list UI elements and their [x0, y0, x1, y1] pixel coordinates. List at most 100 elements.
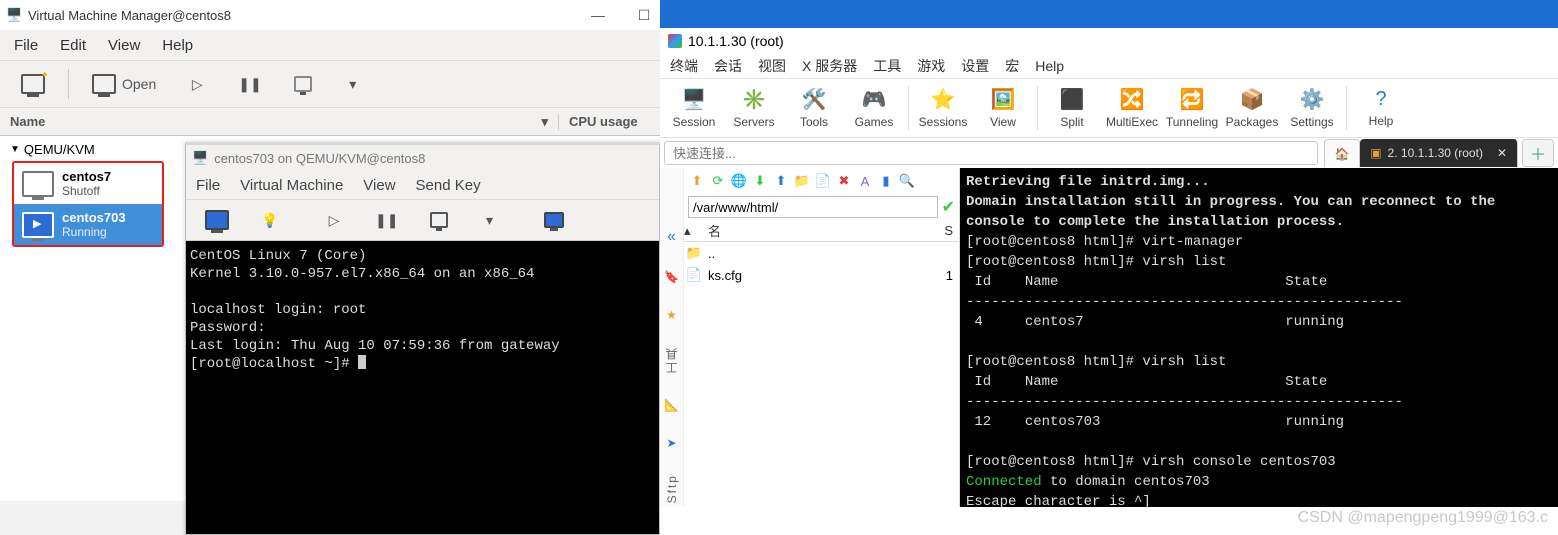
host-label: QEMU/KVM — [24, 142, 95, 157]
home-icon: 🏠 — [1335, 147, 1350, 161]
up-icon[interactable]: ⬆ — [688, 173, 706, 189]
globe-icon[interactable]: 🌐 — [730, 173, 748, 189]
moba-titlebar: 10.1.1.30 (root) — [660, 28, 1558, 54]
tool-tools[interactable]: 🛠️Tools — [784, 80, 844, 136]
play-button[interactable]: ▷ — [316, 202, 352, 238]
vmm-app-icon: 🖥️ — [6, 7, 22, 23]
desktop-taskbar-strip — [660, 0, 1558, 28]
rename-icon[interactable]: A — [856, 174, 874, 189]
sort-arrow-icon: ▾ — [541, 114, 548, 130]
menu-send-key[interactable]: Send Key — [416, 177, 481, 194]
vmcon-menubar: File Virtual Machine View Send Key — [186, 171, 659, 199]
vm-console-terminal[interactable]: CentOS Linux 7 (Core) Kernel 3.10.0-957.… — [186, 241, 659, 534]
menu-view[interactable]: View — [108, 37, 140, 54]
open-button[interactable]: Open — [83, 66, 165, 102]
permissions-icon[interactable]: ▮ — [877, 173, 895, 189]
menu-help[interactable]: Help — [162, 37, 193, 54]
tool-sessions[interactable]: ⭐Sessions — [913, 80, 973, 136]
expand-arrow-icon[interactable]: ▼ — [10, 144, 20, 155]
new-vm-button[interactable] — [12, 66, 54, 102]
menu-view[interactable]: View — [363, 177, 395, 194]
send-icon[interactable]: ➤ — [666, 436, 676, 450]
tunneling-icon: 🔁 — [1180, 87, 1205, 112]
macro-icon[interactable]: 📐 — [664, 398, 679, 412]
star-icon[interactable]: ★ — [666, 308, 677, 322]
tab-close-icon[interactable]: ✕ — [1497, 146, 1507, 160]
tool-session[interactable]: 🖥️Session — [664, 80, 724, 136]
tab-strip: 🏠 ▣ 2. 10.1.1.30 (root) ✕ ＋ — [1324, 139, 1554, 167]
sftp-row-kscfg[interactable]: 📄 ks.cfg 1 — [684, 264, 959, 286]
collapse-icon[interactable]: « — [667, 228, 676, 246]
menu-file[interactable]: File — [14, 37, 38, 54]
sftp-col-size[interactable]: S — [935, 223, 959, 238]
sidebar-tools-label[interactable]: 工具 — [663, 346, 680, 374]
menu-view[interactable]: 视图 — [758, 56, 786, 76]
newfile-icon[interactable]: 📄 — [814, 173, 832, 189]
sort-toggle-icon[interactable]: ▴ — [684, 223, 704, 239]
newfolder-icon[interactable]: 📁 — [793, 173, 811, 189]
tab-session-1[interactable]: ▣ 2. 10.1.1.30 (root) ✕ — [1360, 139, 1518, 167]
tab-new[interactable]: ＋ — [1522, 139, 1554, 167]
tool-split[interactable]: ⬛Split — [1042, 80, 1102, 136]
tool-servers[interactable]: ✳️Servers — [724, 80, 784, 136]
tool-view[interactable]: 🖼️View — [973, 80, 1033, 136]
minimize-button[interactable]: ― — [575, 0, 621, 30]
shutdown-menu-dropdown[interactable]: ▾ — [335, 66, 371, 102]
monitor-icon — [22, 171, 54, 197]
console-button[interactable] — [196, 202, 238, 238]
tool-settings[interactable]: ⚙️Settings — [1282, 80, 1342, 136]
upload-icon[interactable]: ⬆ — [772, 173, 790, 189]
menu-macro[interactable]: 宏 — [1005, 56, 1019, 76]
vmm-titlebar: 🖥️ Virtual Machine Manager@centos8 ― ☐ ✕ — [0, 0, 719, 30]
bookmark-icon[interactable]: 🔖 — [664, 270, 679, 284]
shutdown-button[interactable] — [421, 202, 457, 238]
shutdown-button[interactable] — [285, 66, 321, 102]
shutdown-dropdown[interactable]: ▾ — [471, 202, 507, 238]
sftp-iconbar: ⬆ ⟳ 🌐 ⬇ ⬆ 📁 📄 ✖ A ▮ 🔍 — [684, 168, 959, 194]
path-ok-icon[interactable]: ✔ — [942, 197, 955, 217]
pause-button[interactable]: ❚❚ — [366, 202, 407, 238]
menu-virtual-machine[interactable]: Virtual Machine — [240, 177, 343, 194]
watermark-text: CSDN @mapengpeng1999@163.c — [1298, 509, 1548, 527]
menu-games[interactable]: 游戏 — [917, 56, 945, 76]
vm-row-centos7[interactable]: centos7 Shutoff — [14, 163, 162, 204]
search-icon[interactable]: 🔍 — [898, 173, 916, 189]
folder-icon: 📁 — [684, 245, 704, 261]
vm-row-centos703[interactable]: centos703 Running — [14, 204, 162, 245]
sftp-row-parent[interactable]: 📁 .. — [684, 242, 959, 264]
tab-home[interactable]: 🏠 — [1324, 139, 1360, 167]
tool-games[interactable]: 🎮Games — [844, 80, 904, 136]
sftp-vertical-label[interactable]: Sftp — [665, 474, 679, 503]
fullscreen-button[interactable] — [535, 202, 573, 238]
menu-file[interactable]: File — [196, 177, 220, 194]
menu-help[interactable]: Help — [1035, 58, 1064, 74]
column-name[interactable]: Name▾ — [0, 114, 559, 130]
vm-name: centos7 — [62, 169, 111, 184]
details-button[interactable]: 💡 — [252, 202, 288, 238]
menu-tools[interactable]: 工具 — [873, 56, 901, 76]
tool-tunneling[interactable]: 🔁Tunneling — [1162, 80, 1222, 136]
play-button[interactable]: ▷ — [179, 66, 215, 102]
vmm-toolbar: Open ▷ ❚❚ ▾ — [0, 60, 719, 108]
quick-connect-input[interactable] — [664, 141, 1318, 165]
sftp-path-input[interactable] — [688, 196, 938, 218]
menu-session[interactable]: 会话 — [714, 56, 742, 76]
menu-settings[interactable]: 设置 — [961, 56, 989, 76]
download-icon[interactable]: ⬇ — [751, 173, 769, 189]
sftp-col-name[interactable]: 名 — [704, 221, 935, 240]
pause-button[interactable]: ❚❚ — [229, 66, 270, 102]
menu-terminal[interactable]: 终端 — [670, 56, 698, 76]
quick-connect-bar: 🏠 ▣ 2. 10.1.1.30 (root) ✕ ＋ — [660, 138, 1558, 168]
ssh-terminal[interactable]: Retrieving file initrd.img... Domain ins… — [960, 168, 1558, 507]
packages-icon: 📦 — [1240, 87, 1265, 112]
menu-edit[interactable]: Edit — [60, 37, 86, 54]
vmcon-title: centos703 on QEMU/KVM@centos8 — [214, 151, 425, 166]
file-icon: 📄 — [684, 267, 704, 283]
delete-icon[interactable]: ✖ — [835, 173, 853, 189]
refresh-icon[interactable]: ⟳ — [709, 173, 727, 189]
menu-xserver[interactable]: X 服务器 — [802, 56, 857, 76]
tool-packages[interactable]: 📦Packages — [1222, 80, 1282, 136]
multiexec-icon: 🔀 — [1120, 87, 1145, 112]
tool-multiexec[interactable]: 🔀MultiExec — [1102, 80, 1162, 136]
tool-help[interactable]: ?Help — [1351, 80, 1411, 136]
